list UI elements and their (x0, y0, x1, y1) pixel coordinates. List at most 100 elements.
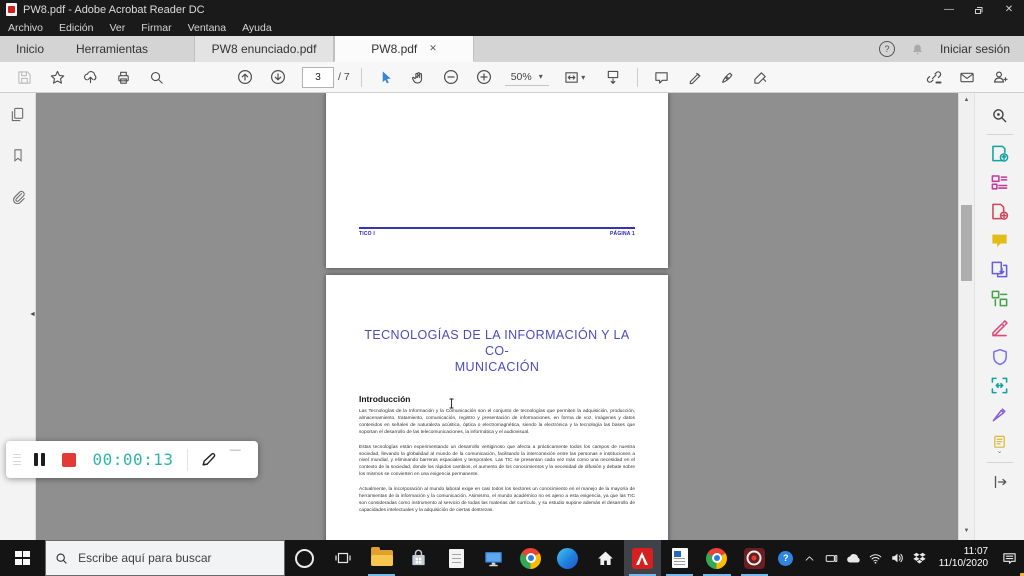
bookmarks-icon[interactable] (11, 148, 25, 168)
more-tools-icon[interactable]: ⌄ (983, 429, 1017, 458)
comment-icon[interactable] (645, 65, 678, 90)
share-upload-icon[interactable] (74, 65, 107, 90)
scrollbar-thumb[interactable] (961, 205, 972, 281)
sign-pen-icon[interactable] (711, 65, 744, 90)
menu-bar: Archivo Edición Ver Firmar Ventana Ayuda (0, 19, 1024, 36)
fill-and-sign-tool-icon[interactable] (983, 313, 1017, 342)
next-page-icon[interactable] (261, 65, 294, 90)
taskbar-app-microsoft-store[interactable] (400, 540, 437, 576)
tray-device[interactable] (821, 552, 843, 565)
menu-archivo[interactable]: Archivo (8, 22, 43, 34)
tray-help-lock[interactable]: ? (773, 550, 1024, 576)
taskbar-app-chrome-2[interactable] (698, 540, 735, 576)
doc-tab-enunciado[interactable]: PW8 enunciado.pdf (194, 36, 335, 62)
doc-tab-pw8[interactable]: PW8.pdf ✕ (334, 36, 475, 62)
wifi-icon (869, 553, 882, 564)
organize-pages-icon[interactable] (983, 168, 1017, 197)
protect-pdf-shield-icon[interactable] (983, 342, 1017, 371)
share-people-icon[interactable] (983, 65, 1016, 90)
print-icon[interactable] (107, 65, 140, 90)
minimize-recorder-icon[interactable]: — (230, 441, 241, 456)
page-thumbnails-icon[interactable] (10, 107, 25, 127)
speaker-icon (892, 553, 904, 563)
annotate-pen-icon[interactable] (200, 451, 217, 468)
attachments-paperclip-icon[interactable] (10, 189, 25, 209)
tray-volume[interactable] (887, 551, 909, 565)
save-icon[interactable] (8, 65, 41, 90)
menu-ventana[interactable]: Ventana (188, 22, 227, 34)
taskbar-app-edge[interactable] (549, 540, 586, 576)
drag-handle[interactable] (13, 453, 21, 466)
taskbar-app-notepad[interactable] (438, 540, 475, 576)
fill-and-sign-icon[interactable] (744, 65, 777, 90)
screen-recorder-toolbar[interactable]: 00:00:13 — (6, 441, 258, 478)
compress-pdf-icon[interactable] (983, 371, 1017, 400)
combine-files-icon[interactable] (983, 255, 1017, 284)
edit-pdf-icon[interactable] (983, 284, 1017, 313)
previous-page-icon[interactable] (228, 65, 261, 90)
text-cursor-pointer (448, 396, 455, 414)
close-tab-icon[interactable]: ✕ (429, 43, 437, 54)
menu-ver[interactable]: Ver (109, 22, 125, 34)
select-tool-icon[interactable] (369, 65, 402, 90)
taskbar-app-screen-recorder[interactable] (736, 540, 773, 576)
comment-tool-icon[interactable] (983, 226, 1017, 255)
highlighter-icon[interactable] (678, 65, 711, 90)
taskbar-search-input[interactable] (76, 550, 261, 566)
zoom-level-dropdown[interactable]: 50% ▾ (504, 69, 549, 86)
find-in-document-icon[interactable] (983, 101, 1017, 130)
hand-tool-icon[interactable] (402, 65, 435, 90)
page-number-input[interactable] (302, 66, 334, 88)
scroll-down-arrow[interactable]: ▼ (959, 528, 974, 534)
menu-firmar[interactable]: Firmar (141, 22, 171, 34)
pdf-page-previous: TICO I PÁGINA 1 (326, 93, 668, 268)
doc-tab-label: PW8 enunciado.pdf (211, 42, 317, 56)
taskbar-app-chrome[interactable] (512, 540, 549, 576)
zoom-out-icon[interactable] (435, 65, 468, 90)
taskbar-app-home[interactable] (587, 540, 624, 576)
collapse-panel-icon[interactable]: ◄ (29, 311, 36, 318)
taskbar-app-file-explorer[interactable] (363, 540, 400, 576)
menu-edicion[interactable]: Edición (59, 22, 93, 34)
fit-width-icon[interactable]: ▾ (553, 65, 597, 90)
tab-herramientas[interactable]: Herramientas (60, 36, 164, 62)
pause-recording-button[interactable] (34, 453, 45, 466)
page-scrolling-icon[interactable] (597, 65, 630, 90)
close-button[interactable]: ✕ (994, 0, 1024, 19)
taskbar-app-display[interactable] (475, 540, 512, 576)
notifications-bell-icon[interactable] (911, 43, 924, 56)
start-button[interactable] (0, 540, 45, 576)
scroll-up-arrow[interactable]: ▲ (959, 97, 974, 103)
tray-onedrive[interactable] (843, 552, 865, 564)
email-icon[interactable] (950, 65, 983, 90)
zoom-in-icon[interactable] (468, 65, 501, 90)
expand-panel-icon[interactable] (983, 467, 1017, 496)
cortana-button[interactable] (285, 540, 324, 576)
taskbar-clock[interactable]: 11:07 11/10/2020 (931, 546, 994, 570)
edge-icon (557, 547, 579, 569)
toolbar-separator (360, 67, 362, 87)
tray-show-hidden-icons[interactable] (799, 553, 821, 564)
taskbar-search-box[interactable] (45, 540, 285, 576)
action-center-button[interactable] (994, 551, 1024, 566)
tray-dropbox[interactable] (909, 551, 931, 565)
tray-wifi[interactable] (865, 552, 887, 565)
certificates-pen-icon[interactable] (983, 400, 1017, 429)
share-link-icon[interactable] (917, 65, 950, 90)
restore-button[interactable] (964, 0, 994, 19)
minimize-button[interactable]: — (934, 0, 964, 19)
stop-recording-button[interactable] (61, 452, 76, 467)
vertical-scrollbar[interactable]: ▲ ▼ (958, 93, 974, 540)
search-icon[interactable] (140, 65, 173, 90)
help-icon[interactable]: ? (878, 41, 895, 57)
create-pdf-icon[interactable] (983, 197, 1017, 226)
taskbar-app-acrobat[interactable] (623, 540, 662, 576)
favorites-star-icon[interactable] (41, 65, 74, 90)
sign-in-link[interactable]: Iniciar sesión (940, 42, 1010, 56)
window-title: PW8.pdf - Adobe Acrobat Reader DC (23, 3, 205, 16)
menu-ayuda[interactable]: Ayuda (242, 22, 272, 34)
export-pdf-icon[interactable] (983, 139, 1017, 168)
tab-inicio[interactable]: Inicio (0, 36, 60, 62)
task-view-button[interactable] (324, 540, 363, 576)
taskbar-app-writer[interactable] (661, 540, 698, 576)
